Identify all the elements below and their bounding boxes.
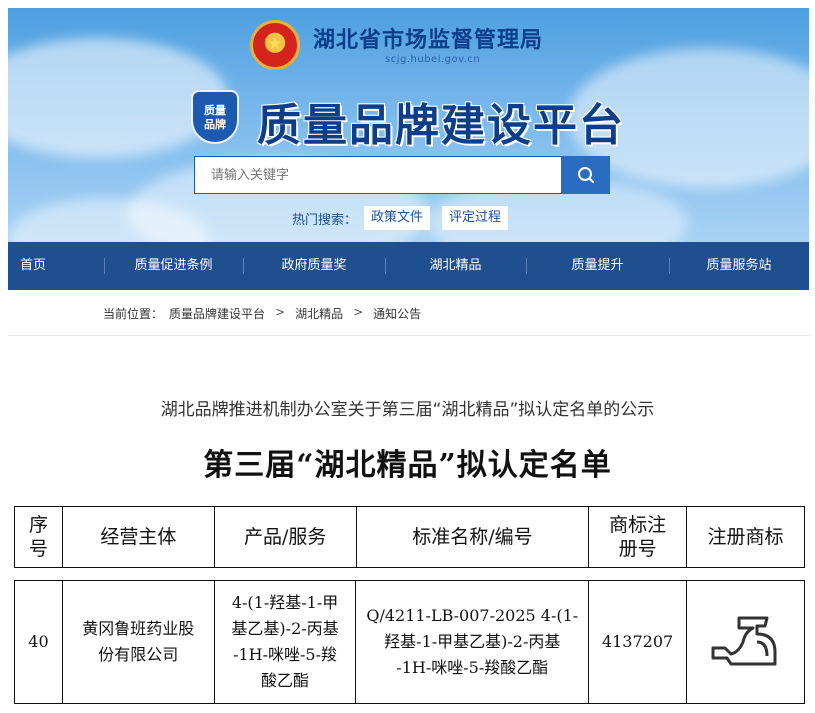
data-table: 40 黄冈鲁班药业股 份有限公司 4-(1-羟基-1-甲 基乙基)-2-丙基 -1H… — [14, 580, 805, 704]
nav-item-home[interactable]: 首页 — [8, 242, 104, 290]
cell-standard: Q/4211-LB-007-2025 4-(1- 羟基-1-甲基乙基)-2-丙基 … — [355, 580, 590, 704]
nav-item-quality-improve[interactable]: 质量提升 — [526, 242, 669, 290]
main-nav: 首页 质量促进条例 政府质量奖 湖北精品 质量提升 质量服务站 — [8, 242, 809, 290]
breadcrumb-label: 当前位置： — [103, 307, 164, 321]
department-url: scjg.hubei.gov.cn — [385, 54, 481, 65]
nav-item-quality-award[interactable]: 政府质量奖 — [243, 242, 385, 290]
cell-index: 40 — [14, 580, 63, 704]
divider — [8, 335, 809, 336]
search-button[interactable] — [561, 156, 610, 194]
header-index: 序号 — [14, 506, 63, 568]
quality-brand-badge-icon: 质量 品牌 — [191, 90, 239, 144]
article-title: 湖北品牌推进机制办公室关于第三届“湖北精品”拟认定名单的公示 — [160, 400, 655, 420]
hot-tag-process[interactable]: 评定过程 — [442, 206, 509, 230]
nav-item-service-station[interactable]: 质量服务站 — [669, 242, 809, 290]
national-emblem-icon: ★ — [250, 20, 300, 70]
nav-item-hubei-premium[interactable]: 湖北精品 — [385, 242, 526, 290]
header-entity: 经营主体 — [61, 506, 215, 568]
cell-product: 4-(1-羟基-1-甲 基乙基)-2-丙基 -1H-咪唑-5-羧 酸乙酯 — [213, 580, 357, 704]
breadcrumb-item-platform[interactable]: 质量品牌建设平台 — [169, 305, 265, 322]
hot-tag-policy[interactable]: 政策文件 — [364, 206, 431, 230]
breadcrumb-separator: > — [275, 305, 286, 319]
cell-entity: 黄冈鲁班药业股 份有限公司 — [61, 580, 215, 704]
table-header: 序号 经营主体 产品/服务 标准名称/编号 商标注 册号 注册商标 — [14, 506, 805, 568]
header-trademark: 注册商标 — [686, 506, 805, 568]
platform-title[interactable]: 质量品牌建设平台 — [257, 89, 625, 153]
header-reg-no: 商标注 册号 — [588, 506, 688, 568]
header-standard: 标准名称/编号 — [355, 506, 590, 568]
trademark-logo-icon — [711, 616, 777, 666]
search-icon — [577, 167, 594, 183]
cell-reg-no: 4137207 — [588, 580, 688, 704]
department-title[interactable]: 湖北省市场监督管理局 — [313, 22, 543, 54]
breadcrumb-separator: > — [353, 305, 364, 319]
cell-trademark — [686, 580, 805, 704]
hot-search-label: 热门搜索： — [292, 213, 358, 228]
nav-item-regulation[interactable]: 质量促进条例 — [104, 242, 243, 290]
document-title: 第三届“湖北精品”拟认定名单 — [203, 448, 612, 483]
table-row: 40 黄冈鲁班药业股 份有限公司 4-(1-羟基-1-甲 基乙基)-2-丙基 -1H… — [14, 580, 805, 704]
search-input[interactable] — [194, 156, 562, 194]
header-product: 产品/服务 — [213, 506, 357, 568]
breadcrumb-item-notice[interactable]: 通知公告 — [373, 305, 421, 322]
breadcrumb: 当前位置： 质量品牌建设平台 > 湖北精品 > 通知公告 — [103, 305, 421, 322]
breadcrumb-item-premium[interactable]: 湖北精品 — [295, 305, 343, 322]
